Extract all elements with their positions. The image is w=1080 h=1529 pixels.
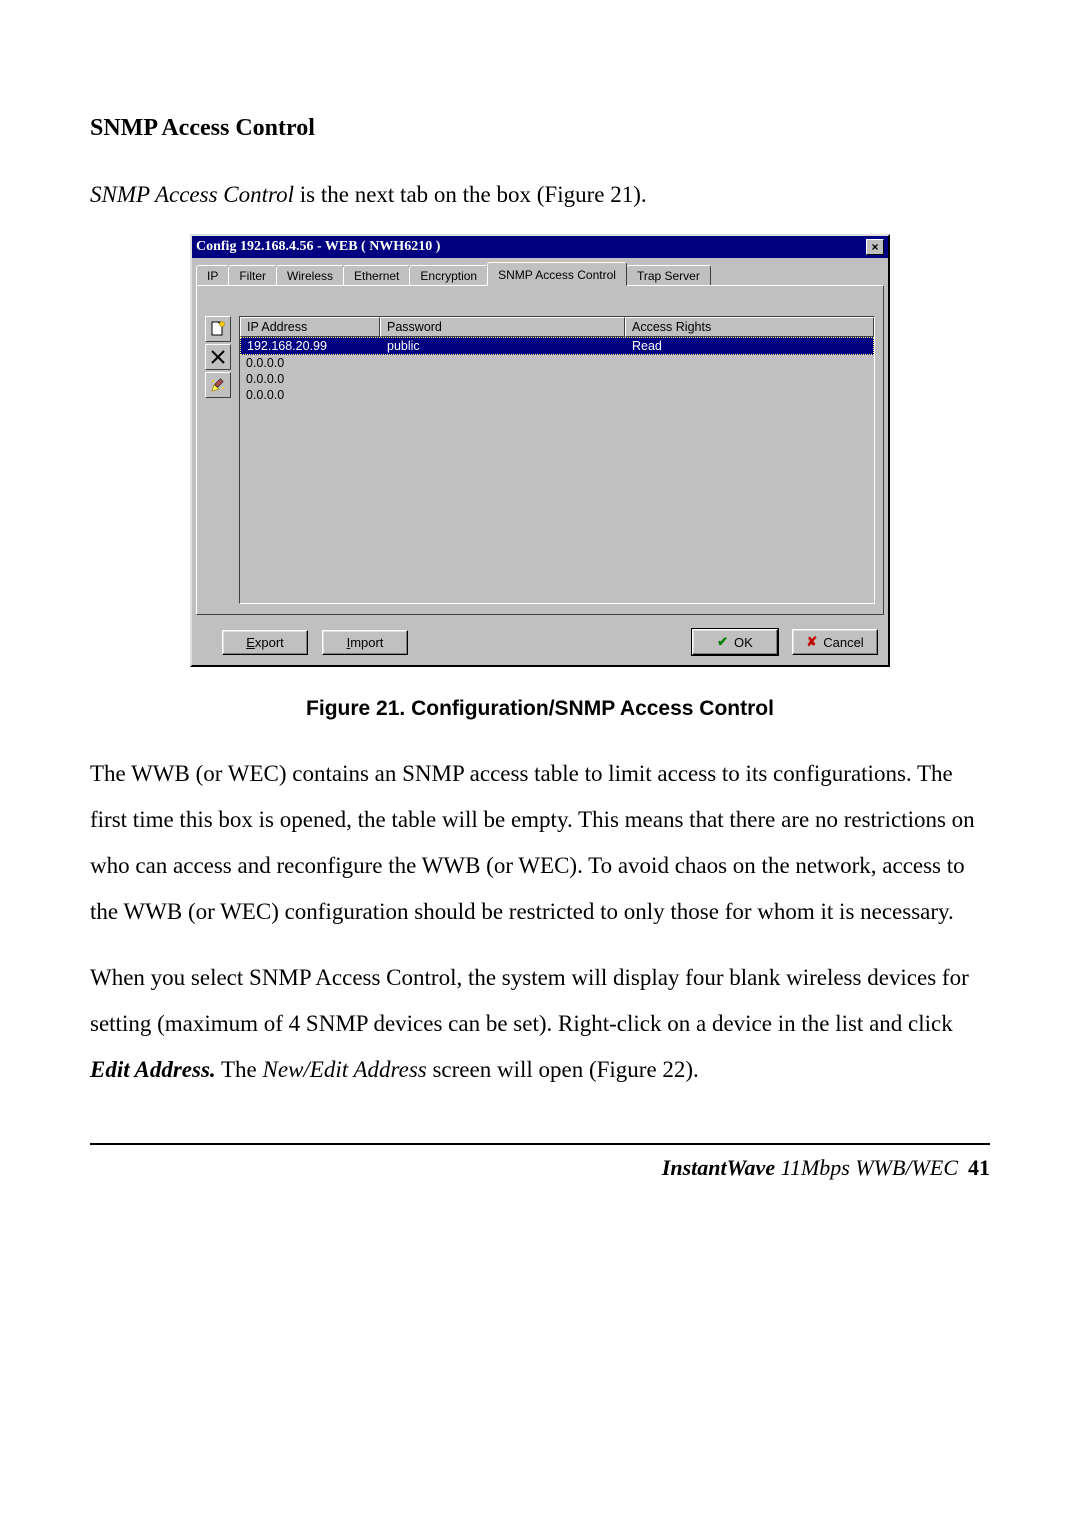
intro-italic: SNMP Access Control <box>90 182 294 207</box>
ok-button[interactable]: ✔ OK <box>692 629 778 655</box>
cell-password <box>380 355 625 371</box>
tab-trap-server[interactable]: Trap Server <box>626 265 711 285</box>
body-paragraph-2: When you select SNMP Access Control, the… <box>90 955 990 1093</box>
snmp-access-table[interactable]: IP Address Password Access Rights 192.16… <box>239 316 875 604</box>
pencil-sparkle-icon <box>209 376 227 394</box>
col-access-rights[interactable]: Access Rights <box>625 317 874 337</box>
cancel-button[interactable]: ✘ Cancel <box>792 629 878 655</box>
cell-ip: 0.0.0.0 <box>240 355 380 371</box>
config-dialog: Config 192.168.4.56 - WEB ( NWH6210 ) × … <box>190 234 890 667</box>
cell-rights: Read <box>626 338 873 354</box>
tab-ip[interactable]: IP <box>196 265 229 285</box>
table-body: 192.168.20.99 public Read 0.0.0.0 0.0.0.… <box>240 337 874 603</box>
section-heading: SNMP Access Control <box>90 115 990 142</box>
cell-ip: 192.168.20.99 <box>241 338 381 354</box>
tab-filter[interactable]: Filter <box>228 265 277 285</box>
tab-ethernet[interactable]: Ethernet <box>343 265 410 285</box>
cancel-label: Cancel <box>823 635 863 650</box>
import-button[interactable]: Import <box>322 630 408 655</box>
check-icon: ✔ <box>717 634 728 650</box>
footer-divider <box>90 1143 990 1145</box>
document-new-icon <box>209 320 227 338</box>
cell-rights <box>625 371 874 387</box>
para2-a: When you select SNMP Access Control, the… <box>90 965 969 1036</box>
new-entry-button[interactable] <box>205 316 231 342</box>
footer-product: InstantWave <box>662 1155 775 1180</box>
intro-line: SNMP Access Control is the next tab on t… <box>90 182 990 208</box>
body-paragraph-1: The WWB (or WEC) contains an SNMP access… <box>90 751 990 935</box>
table-row[interactable]: 192.168.20.99 public Read <box>240 337 874 355</box>
figure-caption: Figure 21. Configuration/SNMP Access Con… <box>90 697 990 721</box>
intro-rest: is the next tab on the box (Figure 21). <box>294 182 647 207</box>
dialog-tabstrip: IP Filter Wireless Ethernet Encryption S… <box>192 258 888 285</box>
edit-entry-button[interactable] <box>205 372 231 398</box>
dialog-title: Config 192.168.4.56 - WEB ( NWH6210 ) <box>196 239 440 255</box>
tab-wireless[interactable]: Wireless <box>276 265 344 285</box>
cell-ip: 0.0.0.0 <box>240 387 380 403</box>
para2-c: screen will open (Figure 22). <box>427 1057 699 1082</box>
ok-label: OK <box>734 635 753 650</box>
dialog-button-bar: Export Import ✔ OK ✘ Cancel <box>192 623 888 665</box>
cell-rights <box>625 387 874 403</box>
table-row[interactable]: 0.0.0.0 <box>240 355 874 371</box>
side-toolbar <box>205 316 233 604</box>
cancel-x-icon: ✘ <box>806 634 817 650</box>
tab-snmp-access-control[interactable]: SNMP Access Control <box>487 262 627 286</box>
cell-rights <box>625 355 874 371</box>
para2-b: The <box>216 1057 263 1082</box>
export-button[interactable]: Export <box>222 630 308 655</box>
page-number: 41 <box>968 1155 990 1180</box>
delete-x-icon <box>209 348 227 366</box>
cell-password: public <box>381 338 626 354</box>
close-icon[interactable]: × <box>866 239 884 255</box>
cell-password <box>380 387 625 403</box>
table-row[interactable]: 0.0.0.0 <box>240 371 874 387</box>
delete-entry-button[interactable] <box>205 344 231 370</box>
cell-ip: 0.0.0.0 <box>240 371 380 387</box>
para2-edit-address: Edit Address. <box>90 1057 216 1082</box>
footer-model: 11Mbps WWB/WEC <box>775 1155 958 1180</box>
tab-encryption[interactable]: Encryption <box>409 265 488 285</box>
page-footer: InstantWave 11Mbps WWB/WEC 41 <box>90 1155 990 1181</box>
table-header-row: IP Address Password Access Rights <box>240 317 874 337</box>
col-password[interactable]: Password <box>380 317 625 337</box>
table-row[interactable]: 0.0.0.0 <box>240 387 874 403</box>
col-ip-address[interactable]: IP Address <box>240 317 380 337</box>
tab-panel-snmp: IP Address Password Access Rights 192.16… <box>196 285 884 615</box>
para2-new-edit: New/Edit Address <box>263 1057 427 1082</box>
dialog-titlebar: Config 192.168.4.56 - WEB ( NWH6210 ) × <box>192 236 888 258</box>
cell-password <box>380 371 625 387</box>
